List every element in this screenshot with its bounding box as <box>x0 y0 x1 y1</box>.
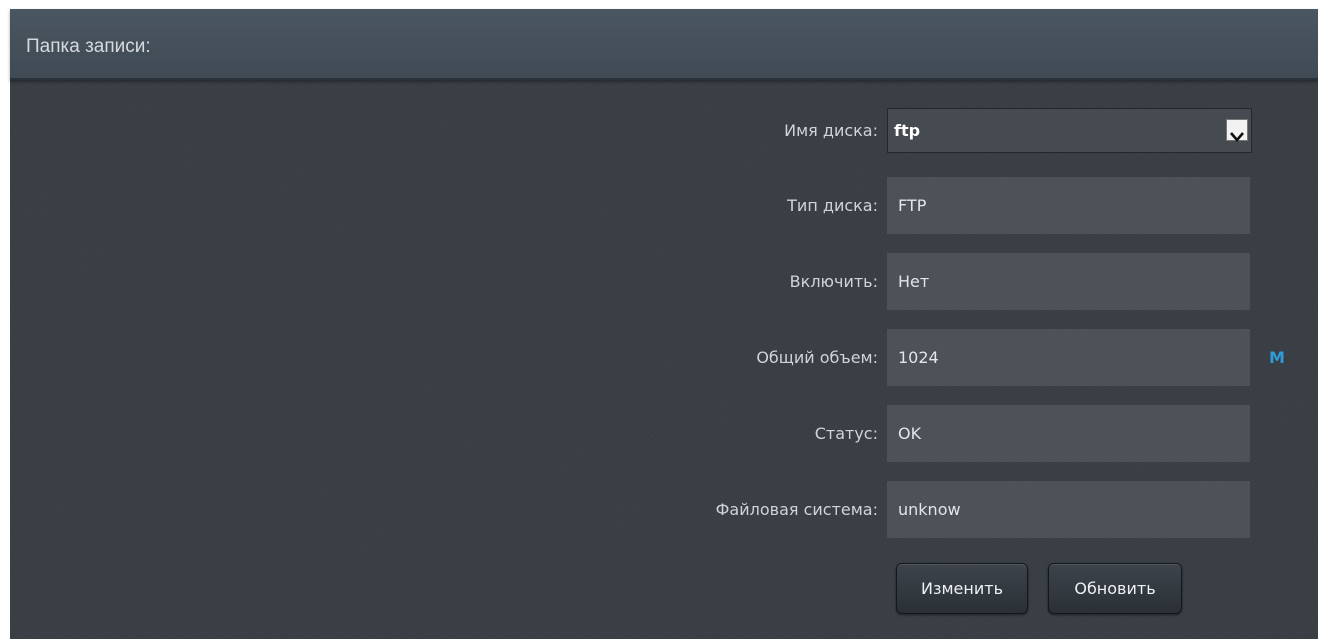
disk-name-selected-value: ftp <box>894 121 921 140</box>
total-size-label: Общий объем: <box>756 348 878 367</box>
status-field: OK <box>887 405 1250 462</box>
status-row: Статус: OK <box>10 405 1318 462</box>
filesystem-field: unknow <box>887 481 1250 538</box>
total-size-field: 1024 <box>887 329 1250 386</box>
filesystem-label: Файловая система: <box>715 500 878 519</box>
panel-title: Папка записи: <box>26 36 151 57</box>
disk-type-field: FTP <box>887 177 1250 234</box>
recording-folder-panel: Папка записи: Имя диска: ftp Тип диска: … <box>10 9 1318 639</box>
enable-label: Включить: <box>789 272 878 291</box>
modify-button[interactable]: Изменить <box>896 563 1028 614</box>
total-size-row: Общий объем: 1024 M <box>10 329 1318 386</box>
disk-type-row: Тип диска: FTP <box>10 177 1318 234</box>
refresh-button[interactable]: Обновить <box>1048 563 1182 614</box>
filesystem-row: Файловая система: unknow <box>10 481 1318 538</box>
panel-header: Папка записи: <box>10 9 1318 80</box>
enable-row: Включить: Нет <box>10 253 1318 310</box>
enable-field: Нет <box>887 253 1250 310</box>
chevron-down-icon[interactable] <box>1226 119 1248 142</box>
total-size-unit: M <box>1269 348 1285 367</box>
disk-type-label: Тип диска: <box>787 196 878 215</box>
disk-name-row: Имя диска: ftp <box>10 108 1318 165</box>
disk-name-select[interactable]: ftp <box>887 108 1252 153</box>
disk-name-label: Имя диска: <box>784 121 878 140</box>
status-label: Статус: <box>814 424 878 443</box>
